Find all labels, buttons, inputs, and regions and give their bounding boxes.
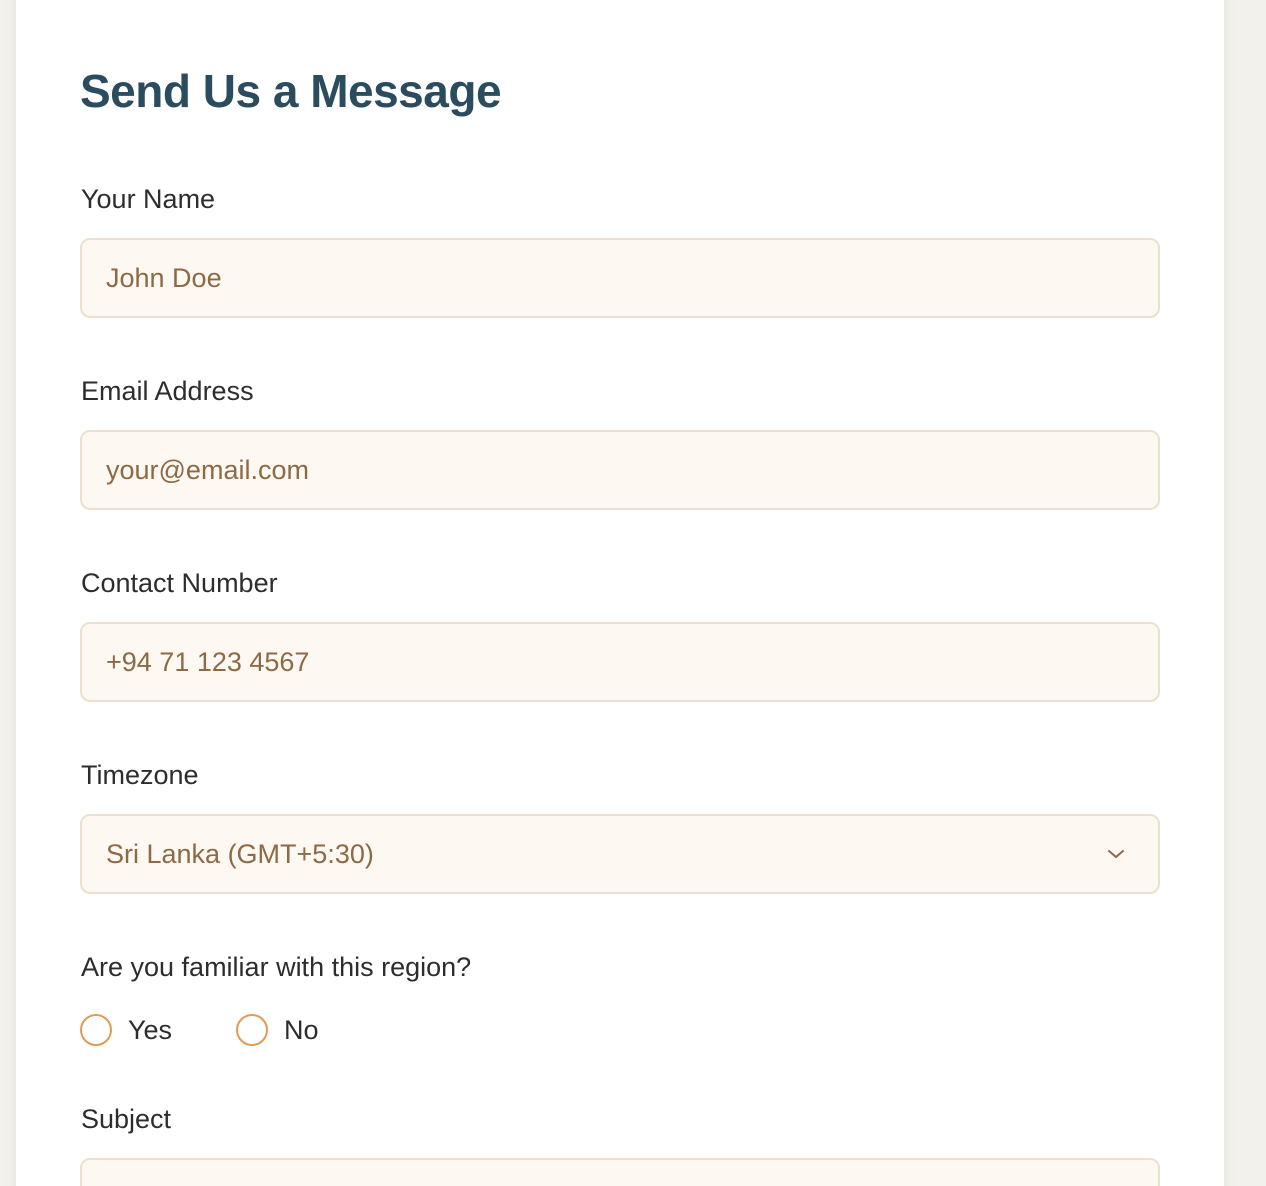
timezone-select[interactable]: Sri Lanka (GMT+5:30) xyxy=(80,814,1160,894)
email-label: Email Address xyxy=(81,376,254,406)
name-input[interactable] xyxy=(82,240,1158,316)
chevron-down-icon xyxy=(1108,850,1124,858)
contact-form-card: Send Us a Message Your Name Email Addres… xyxy=(16,0,1224,1186)
phone-label: Contact Number xyxy=(81,568,278,598)
subject-field-box xyxy=(80,1158,1160,1186)
subject-label: Subject xyxy=(81,1104,172,1134)
name-label: Your Name xyxy=(81,184,216,214)
subject-input[interactable] xyxy=(82,1160,1158,1186)
radio-option-yes[interactable]: Yes xyxy=(80,1014,172,1046)
radio-label-yes: Yes xyxy=(128,1014,173,1045)
name-field-box xyxy=(80,238,1160,318)
timezone-selected-value: Sri Lanka (GMT+5:30) xyxy=(106,839,374,869)
page: Send Us a Message Your Name Email Addres… xyxy=(0,0,1266,1186)
familiar-label: Are you familiar with this region? xyxy=(81,952,472,982)
radio-button-yes[interactable] xyxy=(80,1014,112,1046)
familiar-radio-group: Yes No xyxy=(80,1014,383,1046)
form-title: Send Us a Message xyxy=(80,65,502,117)
radio-label-no: No xyxy=(284,1014,319,1045)
email-field-box xyxy=(80,430,1160,510)
radio-option-no[interactable]: No xyxy=(236,1014,319,1046)
email-input[interactable] xyxy=(82,432,1158,508)
timezone-label: Timezone xyxy=(81,760,199,790)
phone-field-box xyxy=(80,622,1160,702)
phone-input[interactable] xyxy=(82,624,1158,700)
radio-button-no[interactable] xyxy=(236,1014,269,1046)
